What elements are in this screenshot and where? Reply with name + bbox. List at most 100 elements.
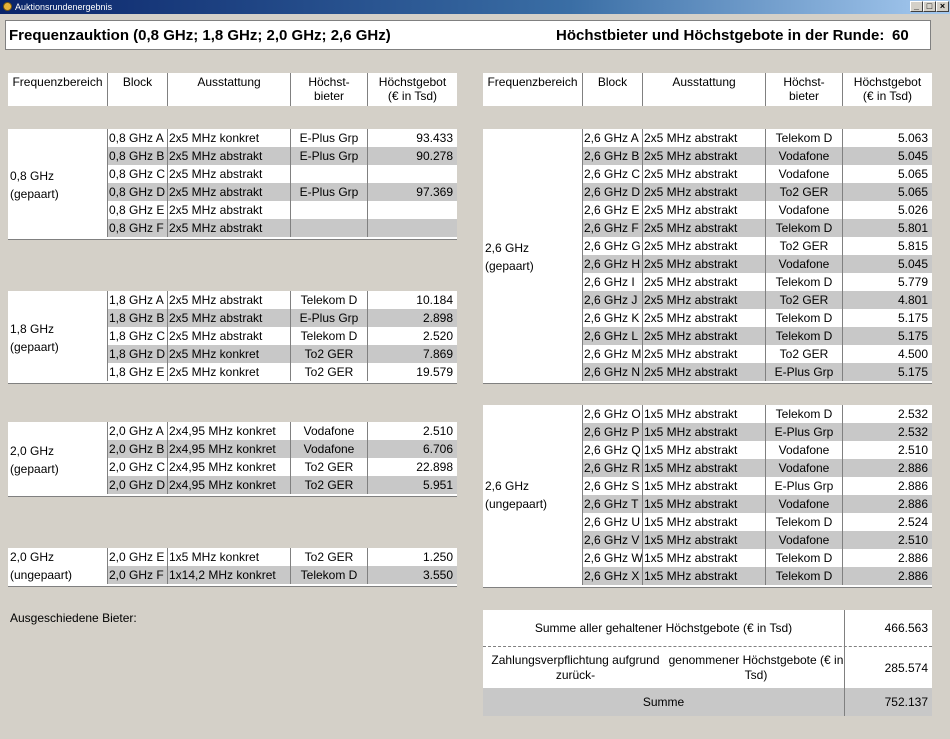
hoechstbieter-cell: Vodafone <box>291 422 368 440</box>
hoechstbieter-cell: Vodafone <box>766 441 843 459</box>
block-cell: 2,6 GHz E <box>583 201 643 219</box>
hoechstgebot-cell: 19.579 <box>416 365 453 379</box>
ausstattung-cell: 2x5 MHz abstrakt <box>643 273 766 291</box>
block-cell: 2,6 GHz S <box>583 477 643 495</box>
block-cell: 2,0 GHz F <box>108 566 168 584</box>
hoechstgebot-cell: 5.815 <box>897 239 928 253</box>
hoechstbieter-cell: Telekom D <box>766 405 843 423</box>
hoechstbieter-cell: Telekom D <box>766 273 843 291</box>
hoechstgebot-cell: 5.779 <box>897 275 928 289</box>
table-row: 2,0 GHz C 2x4,95 MHz konkret To2 GER 22.898 <box>108 458 457 476</box>
group-1-8-ghz-gepaart: 1,8 GHz (gepaart) 1,8 GHz A 2x5 MHz abstrak… <box>8 291 457 384</box>
minimize-button[interactable]: _ <box>910 1 923 12</box>
table-row: 2,6 GHz O 1x5 MHz abstrakt Telekom D 2.532 <box>583 405 932 423</box>
group-2-0-ghz-gepaart: 2,0 GHz (gepaart) 2,0 GHz A 2x4,95 MHz konk… <box>8 422 457 497</box>
window-title: Auktionsrundenergebnis <box>15 2 113 12</box>
hoechstbieter-cell: To2 GER <box>766 291 843 309</box>
hoechstbieter-cell <box>291 219 368 237</box>
hoechstgebot-cell: 22.898 <box>416 460 453 474</box>
frequenzbereich-cell: 2,0 GHz (ungepaart) <box>8 548 108 584</box>
table-row: 2,6 GHz X 1x5 MHz abstrakt Telekom D 2.886 <box>583 567 932 585</box>
summary-total-value: 752.137 <box>884 695 928 709</box>
hoechstbieter-cell: Vodafone <box>766 147 843 165</box>
summary-held-label: Summe aller gehaltener Höchstgebote (€ i… <box>483 610 845 646</box>
col-hoechstbieter-l2: bieter <box>313 89 345 103</box>
block-cell: 2,6 GHz J <box>583 291 643 309</box>
hoechstgebot-cell: 5.801 <box>897 221 928 235</box>
ausstattung-cell: 2x4,95 MHz konkret <box>168 476 291 494</box>
block-cell: 2,6 GHz P <box>583 423 643 441</box>
hoechstbieter-cell: To2 GER <box>766 345 843 363</box>
hoechstgebot-cell: 2.532 <box>897 425 928 439</box>
hoechstbieter-cell: Telekom D <box>291 291 368 309</box>
range-line-1: 2,0 GHz <box>10 550 55 564</box>
auction-title: Frequenzauktion (0,8 GHz; 1,8 GHz; 2,0 G… <box>9 27 391 44</box>
block-cell: 2,6 GHz G <box>583 237 643 255</box>
hoechstgebot-cell: 2.886 <box>897 569 928 583</box>
frequenzbereich-cell: 1,8 GHz (gepaart) <box>8 291 108 384</box>
block-cell: 2,6 GHz B <box>583 147 643 165</box>
hoechstgebot-cell: 5.951 <box>422 478 453 492</box>
block-cell: 2,0 GHz E <box>108 548 168 566</box>
hoechstgebot-cell: 5.065 <box>897 185 928 199</box>
table-row: 1,8 GHz D 2x5 MHz konkret To2 GER 7.869 <box>108 345 457 363</box>
summary-total-row: Summe 752.137 <box>483 688 932 716</box>
block-cell: 0,8 GHz B <box>108 147 168 165</box>
range-text: 2,6 GHz (gepaart) <box>485 239 534 275</box>
frequenzbereich-cell: 2,0 GHz (gepaart) <box>8 422 108 497</box>
group-bottom-border <box>8 237 457 240</box>
block-cell: 0,8 GHz E <box>108 201 168 219</box>
hoechstbieter-cell: E-Plus Grp <box>291 309 368 327</box>
hoechstgebot-cell: 2.510 <box>422 424 453 438</box>
table-row: 2,6 GHz M 2x5 MHz abstrakt To2 GER 4.500 <box>583 345 932 363</box>
hoechstbieter-cell: Telekom D <box>766 513 843 531</box>
hoechstbieter-cell: Vodafone <box>766 165 843 183</box>
table-row: 0,8 GHz D 2x5 MHz abstrakt E-Plus Grp 97.36… <box>108 183 457 201</box>
hoechstgebot-cell: 1.250 <box>422 550 453 564</box>
table-row: 2,6 GHz N 2x5 MHz abstrakt E-Plus Grp 5.175 <box>583 363 932 381</box>
ausstattung-cell: 2x5 MHz konkret <box>168 129 291 147</box>
restore-button[interactable]: □ <box>923 1 936 12</box>
ausstattung-cell: 2x5 MHz abstrakt <box>643 363 766 381</box>
range-line-1: 2,0 GHz <box>10 443 55 458</box>
col-hoechstbieter-l2: bieter <box>788 89 820 103</box>
hoechstbieter-cell: Telekom D <box>766 309 843 327</box>
col-hoechstgebot-l1: Höchstgebot <box>853 75 922 89</box>
col-hoechstgebot: Höchstgebot (€ in Tsd) <box>368 73 457 106</box>
col-hoechstgebot-l1: Höchstgebot <box>378 75 447 89</box>
table-row: 2,6 GHz H 2x5 MHz abstrakt Vodafone 5.045 <box>583 255 932 273</box>
hoechstbieter-cell: To2 GER <box>291 548 368 566</box>
col-hoechstgebot-l2: (€ in Tsd) <box>862 89 913 103</box>
ausstattung-cell: 2x5 MHz abstrakt <box>643 309 766 327</box>
hoechstgebot-cell: 2.886 <box>897 461 928 475</box>
ausstattung-cell: 2x5 MHz abstrakt <box>643 165 766 183</box>
group-bottom-border <box>8 584 457 587</box>
table-row: 2,6 GHz A 2x5 MHz abstrakt Telekom D 5.063 <box>583 129 932 147</box>
col-frequenzbereich: Frequenzbereich <box>483 73 583 106</box>
round-number: 60 <box>892 27 909 44</box>
hoechstgebot-cell: 2.510 <box>897 443 928 457</box>
hoechstbieter-cell: Vodafone <box>766 495 843 513</box>
table-row: 2,6 GHz F 2x5 MHz abstrakt Telekom D 5.801 <box>583 219 932 237</box>
ausgeschiedene-bieter-label: Ausgeschiedene Bieter: <box>10 611 137 625</box>
range-line-1: 2,6 GHz <box>485 240 530 255</box>
hoechstbieter-cell: To2 GER <box>291 345 368 363</box>
block-cell: 2,0 GHz A <box>108 422 168 440</box>
table-row: 2,6 GHz C 2x5 MHz abstrakt Vodafone 5.065 <box>583 165 932 183</box>
frequenzbereich-cell: 2,6 GHz (ungepaart) <box>483 405 583 585</box>
hoechstgebot-cell: 2.886 <box>897 479 928 493</box>
block-cell: 2,6 GHz N <box>583 363 643 381</box>
hoechstgebot-cell: 2.532 <box>897 407 928 421</box>
hoechstgebot-cell: 2.520 <box>422 329 453 343</box>
summary-held-value: 466.563 <box>884 621 928 635</box>
range-line-2: (gepaart) <box>485 258 534 273</box>
ausstattung-cell: 2x5 MHz abstrakt <box>643 291 766 309</box>
table-row: 0,8 GHz C 2x5 MHz abstrakt <box>108 165 457 183</box>
ausstattung-cell: 2x5 MHz abstrakt <box>168 147 291 165</box>
ausstattung-cell: 2x5 MHz abstrakt <box>168 327 291 345</box>
ausstattung-cell: 2x5 MHz konkret <box>168 345 291 363</box>
block-cell: 2,6 GHz R <box>583 459 643 477</box>
close-button[interactable]: × <box>936 1 949 12</box>
frequenzbereich-cell: 0,8 GHz (gepaart) <box>8 129 108 240</box>
summary-obligation-row: Zahlungsverpflichtung aufgrund zurück-ge… <box>483 646 932 688</box>
